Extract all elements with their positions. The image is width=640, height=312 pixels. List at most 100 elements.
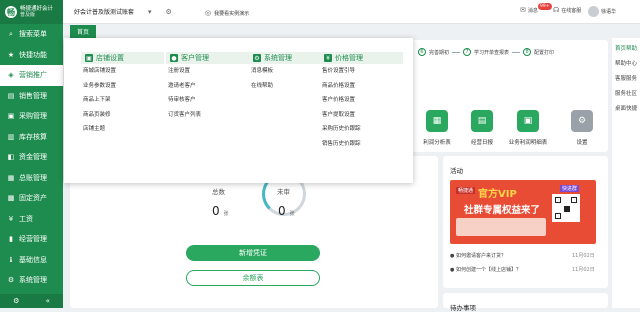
step-divider bbox=[452, 51, 461, 53]
menu-item[interactable]: 订货客户列表 bbox=[166, 108, 249, 123]
sidebar-item[interactable]: ⚙ 系统管理 bbox=[0, 270, 63, 291]
detail-icon: ▣ bbox=[517, 110, 539, 132]
sidebar-item-label: 系统管理 bbox=[19, 276, 47, 285]
chart-icon: ▮ bbox=[9, 235, 13, 244]
cart-icon: ▤ bbox=[7, 91, 15, 100]
view-demo-link[interactable]: ◎ 我要看实例演示 bbox=[205, 9, 249, 17]
tab-home[interactable]: 首页 bbox=[70, 25, 96, 38]
menu-item[interactable]: 待审核客户 bbox=[166, 93, 249, 108]
customer-service[interactable]: 客服服务 bbox=[612, 76, 640, 83]
company-selector[interactable]: 好会计普及版测试账套 ▾ ⚙ bbox=[74, 7, 172, 17]
vip-banner[interactable]: 畅捷通 官方VIP 社群专属权益来了 快进群 bbox=[450, 180, 596, 244]
sidebar-item[interactable]: ★ 快捷功能 bbox=[0, 45, 63, 66]
mail-icon: ✉ bbox=[520, 6, 526, 14]
company-name[interactable]: 好会计普及版测试账套 bbox=[74, 7, 134, 16]
help-center[interactable]: 帮助中心 bbox=[612, 61, 640, 68]
sidebar-item[interactable]: ▣ 采购管理 bbox=[0, 106, 63, 127]
menu-item[interactable]: 店铺主题 bbox=[81, 122, 164, 137]
news-item[interactable]: ● 如何创建一个【线上店铺】？ bbox=[450, 266, 521, 273]
news-item[interactable]: ● 如何邀请客户来订货？ bbox=[450, 252, 506, 259]
sidebar-item[interactable]: ▤ 销售管理 bbox=[0, 86, 63, 107]
user-icon: ● bbox=[170, 54, 178, 62]
activity-title: 活动 bbox=[450, 167, 463, 175]
desktop-shortcut[interactable]: 桌面快捷 bbox=[612, 106, 640, 113]
edition-label: 普及版 bbox=[20, 12, 36, 18]
sidebar-item[interactable]: ◧ 资金管理 bbox=[0, 147, 63, 168]
step-number: 7 bbox=[463, 48, 472, 56]
tile-settings[interactable]: ⚙ 设置 bbox=[561, 110, 603, 168]
gear-icon[interactable]: ⚙ bbox=[166, 8, 172, 16]
notice-badge: 99+ bbox=[538, 3, 552, 10]
pending-label: 未审 bbox=[277, 188, 290, 196]
building-icon: ▩ bbox=[7, 194, 15, 203]
sidebar-item-label: 资金管理 bbox=[19, 153, 47, 162]
step-label[interactable]: 学习开单查报表 bbox=[474, 49, 509, 56]
sidebar-item-label: 快捷功能 bbox=[19, 50, 47, 59]
menu-item[interactable]: 商品上下架 bbox=[81, 93, 164, 108]
collapse-icon[interactable]: « bbox=[46, 297, 50, 305]
help-home[interactable]: 首页帮助 bbox=[612, 46, 640, 53]
banner-tag: 畅捷通 bbox=[456, 187, 476, 194]
step-label[interactable]: 完善期初 bbox=[429, 49, 449, 56]
sidebar-item[interactable]: ▮ 经营管理 bbox=[0, 229, 63, 250]
daily-report-icon: ▤ bbox=[471, 110, 493, 132]
pending-title: 待办事项 bbox=[450, 304, 476, 312]
sidebar-item[interactable]: ▥ 库存核算 bbox=[0, 127, 63, 148]
new-voucher-button[interactable]: 新增凭证 bbox=[186, 245, 320, 261]
notice-button[interactable]: ✉ 消息 bbox=[520, 6, 538, 14]
menu-item[interactable]: 销售历史价跟踪 bbox=[320, 137, 403, 152]
eye-icon: ◎ bbox=[205, 9, 212, 17]
menu-item[interactable]: 业务参数设置 bbox=[81, 79, 164, 94]
menu-item[interactable]: 客户价格设置 bbox=[320, 93, 403, 108]
sidebar-item[interactable]: ◈ 营销推广 bbox=[0, 65, 63, 86]
sidebar-item-label: 营销推广 bbox=[19, 71, 47, 80]
sidebar-item[interactable]: ⌕ 搜索菜单 bbox=[0, 24, 63, 45]
logo: 畅 畅捷通好会计 普及版 bbox=[0, 0, 63, 24]
news-date: 11月02日 bbox=[572, 253, 595, 259]
service-community[interactable]: 服务社区 bbox=[612, 91, 640, 98]
report-icon: ▦ bbox=[426, 110, 448, 132]
tab-bar bbox=[63, 24, 640, 38]
sidebar-item-label: 经营管理 bbox=[19, 235, 47, 244]
banner-title: 官方VIP bbox=[478, 189, 517, 200]
chevron-down-icon[interactable]: ▾ bbox=[148, 8, 152, 16]
menu-item[interactable]: 商品价格设置 bbox=[320, 79, 403, 94]
banner-decoration bbox=[456, 218, 546, 236]
sidebar-item[interactable]: ▩ 固定资产 bbox=[0, 188, 63, 209]
wallet-icon: ◧ bbox=[7, 153, 15, 162]
menu-item[interactable]: 客户提取设置 bbox=[320, 108, 403, 123]
sidebar-item-label: 采购管理 bbox=[19, 112, 47, 121]
menu-item[interactable]: 邀请老客户 bbox=[166, 79, 249, 94]
menu-item[interactable]: 售价设置引导 bbox=[320, 64, 403, 79]
menu-item[interactable]: 商品页装修 bbox=[81, 108, 164, 123]
box-icon: ▣ bbox=[7, 112, 15, 121]
setup-steps: 6 完善期初 7 学习开单查报表 8 配置打印 bbox=[418, 48, 554, 56]
tile-profit-report[interactable]: ▦ 利润分析表 bbox=[416, 110, 458, 168]
megaphone-icon: ◈ bbox=[8, 71, 14, 80]
sidebar-item[interactable]: ¥ 工资 bbox=[0, 209, 63, 230]
user-menu[interactable]: 徐语华 bbox=[588, 6, 616, 17]
menu-item[interactable]: 注册设置 bbox=[166, 64, 249, 79]
menu-item[interactable]: 商城店铺设置 bbox=[81, 64, 164, 79]
marketing-dropdown-menu: ▣ 店铺设置 商城店铺设置 业务参数设置 商品上下架 商品页装修 店铺主题 ● 客户… bbox=[64, 38, 413, 183]
sidebar-item-label: 库存核算 bbox=[19, 132, 47, 141]
balance-sheet-button[interactable]: 余额表 bbox=[186, 270, 320, 286]
tile-profit-detail[interactable]: ▣ 业务利润明细表 bbox=[507, 110, 549, 168]
gear-icon: ⚙ bbox=[571, 110, 593, 132]
menu-column-shop: ▣ 店铺设置 商城店铺设置 业务参数设置 商品上下架 商品页装修 店铺主题 bbox=[81, 52, 164, 137]
menu-item[interactable]: 采购历史价跟踪 bbox=[320, 122, 403, 137]
tile-daily-report[interactable]: ▤ 经营日报 bbox=[461, 110, 503, 168]
warehouse-icon: ▥ bbox=[7, 132, 15, 141]
menu-column-header: ▣ 店铺设置 bbox=[81, 52, 164, 64]
menu-column-price: ¥ 价格管理 售价设置引导 商品价格设置 客户价格设置 客户提取设置 采购历史价跟… bbox=[320, 52, 403, 151]
news-date: 11月02日 bbox=[572, 267, 595, 273]
step-label[interactable]: 配置打印 bbox=[534, 49, 554, 56]
sidebar-item-label: 固定资产 bbox=[19, 194, 47, 203]
gear-icon: ⚙ bbox=[253, 54, 261, 62]
avatar[interactable] bbox=[588, 6, 599, 17]
service-button[interactable]: ☊ 在线客服 bbox=[553, 6, 581, 14]
sidebar-item[interactable]: ▦ 总账管理 bbox=[0, 168, 63, 189]
sidebar-item[interactable]: ℹ 基础信息 bbox=[0, 250, 63, 271]
logo-mark-icon: 畅 bbox=[5, 6, 17, 18]
settings-icon[interactable]: ⚙ bbox=[13, 297, 19, 305]
